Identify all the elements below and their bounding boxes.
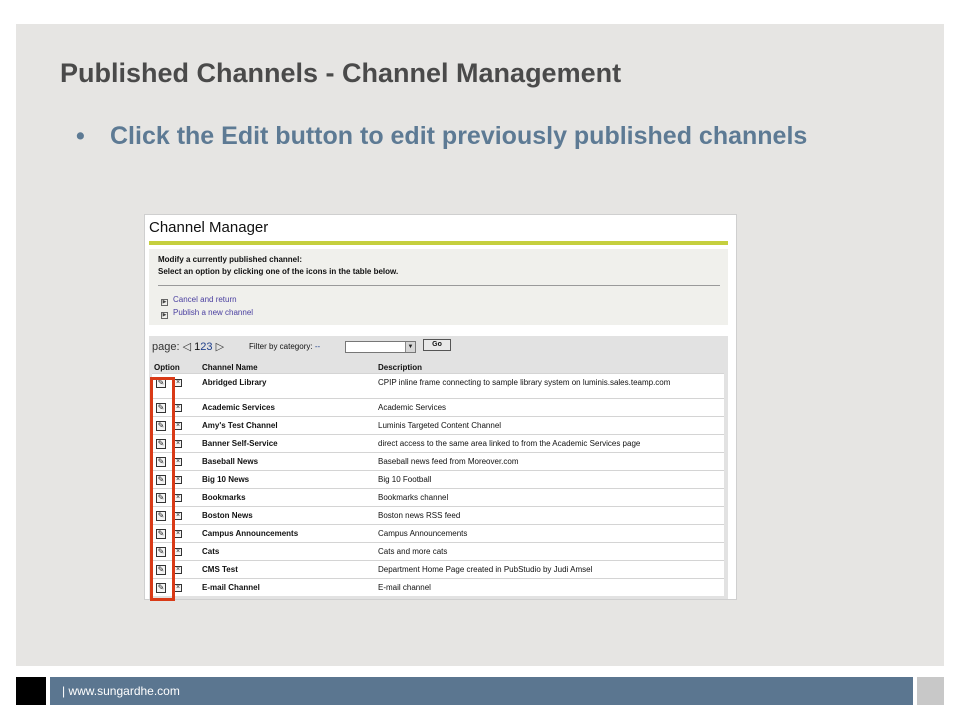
- channel-manager-screenshot: Channel Manager Modify a currently publi…: [144, 214, 737, 600]
- channel-table: Option Channel Name Description ✎ × Abrid…: [152, 360, 724, 596]
- channel-description: direct access to the same area linked to…: [378, 439, 641, 448]
- table-row: ✎ × Academic Services Academic Services: [152, 398, 724, 416]
- channel-description: Baseball news feed from Moreover.com: [378, 457, 519, 466]
- instruction-line-1: Modify a currently published channel:: [158, 255, 303, 264]
- delete-icon[interactable]: ×: [174, 458, 182, 466]
- category-select[interactable]: ▼: [345, 341, 416, 353]
- table-row: ✎ × Big 10 News Big 10 Football: [152, 470, 724, 488]
- delete-icon[interactable]: ×: [174, 404, 182, 412]
- channel-list-panel: page: ◁ 123 ▷ Filter by category: -- ▼ G…: [149, 336, 728, 599]
- bullet-text: Click the Edit button to edit previously…: [110, 122, 808, 150]
- publish-link-label: Publish a new channel: [173, 308, 254, 317]
- table-row: ✎ × Baseball News Baseball news feed from…: [152, 452, 724, 470]
- instructions-panel: Modify a currently published channel: Se…: [149, 249, 728, 325]
- cancel-and-return-link[interactable]: ▶ Cancel and return: [161, 295, 237, 306]
- channel-description: Luminis Targeted Content Channel: [378, 421, 502, 430]
- footer-block-black: [16, 677, 46, 705]
- cancel-link-label: Cancel and return: [173, 295, 237, 304]
- go-button[interactable]: Go: [423, 339, 451, 351]
- table-row: ✎ × Bookmarks Bookmarks channel: [152, 488, 724, 506]
- channel-name: Banner Self-Service: [202, 439, 278, 448]
- delete-icon[interactable]: ×: [174, 566, 182, 574]
- publish-new-channel-link[interactable]: ▶ Publish a new channel: [161, 308, 253, 319]
- channel-name: Academic Services: [202, 403, 275, 412]
- table-row: ✎ × Abridged Library CPIP inline frame co…: [152, 373, 724, 398]
- column-description: Description: [378, 363, 423, 372]
- chevron-down-icon: ▼: [405, 342, 415, 352]
- channel-description: CPIP inline frame connecting to sample l…: [378, 378, 671, 387]
- delete-icon[interactable]: ×: [174, 379, 182, 387]
- channel-name: CMS Test: [202, 565, 238, 574]
- channel-description: Campus Announcements: [378, 529, 468, 538]
- pager-page-3[interactable]: 3: [206, 341, 212, 353]
- delete-icon[interactable]: ×: [174, 440, 182, 448]
- table-header: Option Channel Name Description: [152, 360, 724, 373]
- channel-name: E-mail Channel: [202, 583, 260, 592]
- channel-description: E-mail channel: [378, 583, 431, 592]
- divider: [158, 285, 720, 286]
- pager-prev-icon[interactable]: ◁: [183, 341, 191, 353]
- footer-bar: | www.sungardhe.com: [50, 677, 913, 705]
- column-option: Option: [154, 363, 180, 372]
- channel-description: Bookmarks channel: [378, 493, 449, 502]
- filter-label: Filter by category: --: [249, 342, 320, 351]
- table-row: ✎ × Banner Self-Service direct access to …: [152, 434, 724, 452]
- table-row: ✎ × Cats Cats and more cats: [152, 542, 724, 560]
- title-underline: [149, 241, 728, 245]
- delete-icon[interactable]: ×: [174, 584, 182, 592]
- instruction-line-2: Select an option by clicking one of the …: [158, 267, 399, 276]
- bullet-dot: •: [76, 122, 85, 150]
- column-channel-name: Channel Name: [202, 363, 258, 372]
- filter-label-text: Filter by category:: [249, 342, 313, 351]
- slide-title: Published Channels - Channel Management: [60, 58, 622, 88]
- channel-description: Department Home Page created in PubStudi…: [378, 565, 593, 574]
- delete-icon[interactable]: ×: [174, 530, 182, 538]
- footer-block-gray: [917, 677, 944, 705]
- delete-icon[interactable]: ×: [174, 476, 182, 484]
- channel-description: Boston news RSS feed: [378, 511, 461, 520]
- delete-icon[interactable]: ×: [174, 548, 182, 556]
- edit-column-highlight: [150, 377, 175, 601]
- channel-name: Amy's Test Channel: [202, 421, 278, 430]
- channel-name: Cats: [202, 547, 220, 556]
- channel-description: Big 10 Football: [378, 475, 432, 484]
- channel-name: Boston News: [202, 511, 253, 520]
- table-row: ✎ × CMS Test Department Home Page created…: [152, 560, 724, 578]
- channel-name: Campus Announcements: [202, 529, 299, 538]
- pager-next-icon[interactable]: ▷: [216, 341, 224, 353]
- channel-name: Baseball News: [202, 457, 259, 466]
- table-row: ✎ × Campus Announcements Campus Announcem…: [152, 524, 724, 542]
- channel-name: Abridged Library: [202, 378, 267, 387]
- pager: page: ◁ 123 ▷: [152, 340, 224, 353]
- table-row: ✎ × E-mail Channel E-mail channel: [152, 578, 724, 596]
- delete-icon[interactable]: ×: [174, 494, 182, 502]
- channel-description: Academic Services: [378, 403, 447, 412]
- channel-name: Bookmarks: [202, 493, 246, 502]
- footer-url: | www.sungardhe.com: [62, 684, 180, 698]
- filter-selected-value: --: [314, 342, 321, 351]
- arrow-right-icon: ▶: [161, 299, 168, 306]
- channel-description: Cats and more cats: [378, 547, 448, 556]
- channel-manager-title: Channel Manager: [149, 219, 269, 236]
- table-row: ✎ × Amy's Test Channel Luminis Targeted C…: [152, 416, 724, 434]
- arrow-right-icon: ▶: [161, 312, 168, 319]
- channel-name: Big 10 News: [202, 475, 250, 484]
- pager-label: page:: [152, 341, 180, 353]
- delete-icon[interactable]: ×: [174, 422, 182, 430]
- delete-icon[interactable]: ×: [174, 512, 182, 520]
- table-row: ✎ × Boston News Boston news RSS feed: [152, 506, 724, 524]
